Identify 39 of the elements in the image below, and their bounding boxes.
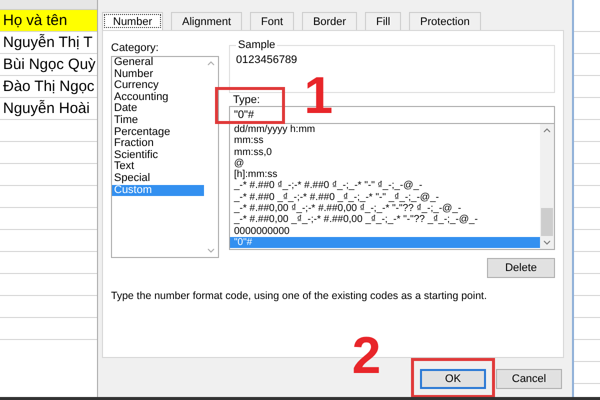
category-item[interactable]: Currency [112,80,204,92]
category-item[interactable]: Number [112,68,204,80]
category-item[interactable]: Fraction [112,138,204,150]
tab[interactable]: Protection [409,12,481,30]
format-code-item[interactable]: [h]:mm:ss [230,169,540,180]
delete-button[interactable]: Delete [487,258,555,278]
sample-value: 0123456789 [236,54,298,66]
format-code-item[interactable]: _-* #.##0,00 ₫_-;-* #.##0,00 ₫_-;_-* "-"?? ₫_-;_-@_- [230,203,540,214]
tab[interactable]: Alignment [171,12,242,30]
highlight-frame [215,87,285,124]
format-code-item[interactable]: _-* #.##0 ₫_-;-* #.##0 ₫_-;_-* "-" ₫_-;_-@_- [230,180,540,192]
scrollbar[interactable] [540,124,554,249]
category-item[interactable]: General [112,57,204,69]
step-number: 2 [352,330,381,382]
category-item[interactable]: Special [112,172,204,185]
description-text: Type the number format code, using one of the existing codes as a starting point. [111,290,488,302]
spreadsheet-cell: Họ và tên [0,10,97,32]
category-item[interactable]: Date [112,103,204,115]
format-code-item[interactable]: 0000000000 [230,226,540,237]
format-code-item[interactable]: _-* #.##0 _₫_-;-* #.##0 _₫_-;_-* "-" _₫_-;_-@_- [230,192,540,204]
category-item[interactable]: Accounting [112,92,204,104]
format-code-item[interactable]: mm:ss [230,135,540,147]
tab[interactable]: Number [102,12,164,30]
format-code-item[interactable]: _-* #.##0,00 _₫_-;-* #.##0,00 _₫_-;_-* "-"?? _₫_-;_-@_- [230,214,540,226]
category-label: Category: [111,42,160,54]
tab[interactable]: Font [250,12,294,30]
dialog-button[interactable]: OK [420,369,486,389]
sample-label: Sample [237,39,276,51]
category-item[interactable]: Text [112,161,204,173]
format-code-item[interactable]: mm:ss,0 [230,146,540,158]
type-label: Type: [233,94,261,106]
format-code-item[interactable]: dd/mm/yyyy h:mm [230,124,540,136]
category-item[interactable]: Scientific [112,150,204,162]
tab[interactable]: Fill [365,12,402,30]
tab[interactable]: Border [302,12,358,30]
format-code-item[interactable]: @ [230,158,540,170]
category-item[interactable]: Time [112,114,204,127]
category-item[interactable]: Percentage [112,126,204,138]
dialog-button[interactable]: Cancel [496,369,562,389]
